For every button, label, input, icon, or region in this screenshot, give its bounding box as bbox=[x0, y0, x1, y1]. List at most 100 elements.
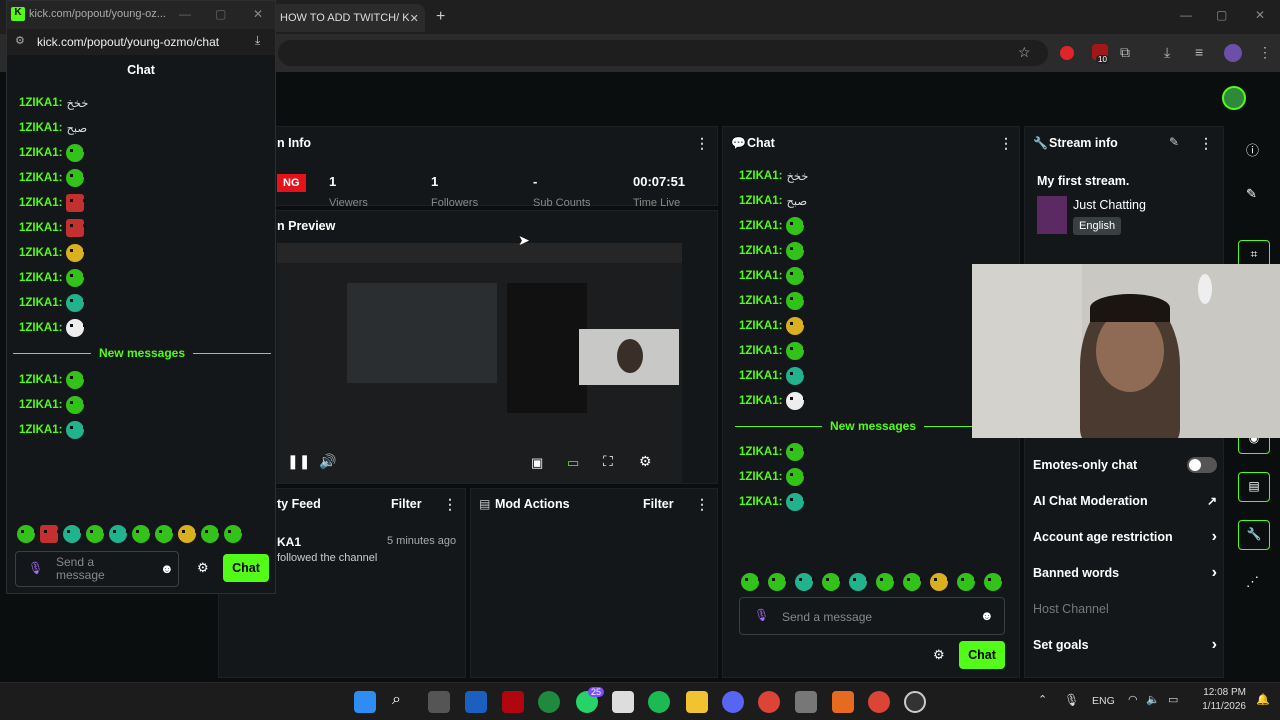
share-icon[interactable]: ⋰ bbox=[1246, 574, 1259, 590]
popout-settings-icon[interactable]: ⚙ bbox=[197, 560, 209, 576]
chat-message[interactable]: 1ZIKA1: bbox=[19, 240, 269, 265]
chat-message[interactable]: 1ZIKA1: خخخ bbox=[19, 90, 269, 115]
chat-message[interactable]: 1ZIKA1: bbox=[19, 392, 269, 417]
emote-picker-icon[interactable] bbox=[40, 525, 60, 543]
emote-picker-icon[interactable] bbox=[849, 573, 869, 591]
clock-time[interactable]: 12:08 PM bbox=[1200, 687, 1246, 698]
setting-set-goals[interactable]: Set goals › bbox=[1033, 627, 1217, 663]
emotes-only-toggle[interactable] bbox=[1187, 457, 1217, 473]
emote-picker-icon[interactable] bbox=[201, 525, 221, 543]
chat-message[interactable]: 1ZIKA1: bbox=[19, 265, 269, 290]
emote-picker-icon[interactable] bbox=[155, 525, 175, 543]
dashboard-message-input[interactable]: 🎙 Send a message ☻ bbox=[739, 597, 1005, 635]
calendar-icon[interactable] bbox=[612, 691, 634, 713]
emoji-icon[interactable]: ☻ bbox=[980, 608, 994, 623]
emote-picker-icon[interactable] bbox=[132, 525, 152, 543]
profile-avatar[interactable] bbox=[1224, 44, 1242, 62]
chat-username[interactable]: 1ZIKA1: bbox=[19, 272, 62, 284]
store-icon[interactable] bbox=[465, 691, 487, 713]
puzzle-icon[interactable]: ⧉ bbox=[1120, 44, 1130, 61]
popout-message-input[interactable]: 🎙 Send a message ☻ bbox=[15, 551, 179, 587]
chat-username[interactable]: 1ZIKA1: bbox=[19, 374, 62, 386]
emote-picker-icon[interactable] bbox=[178, 525, 198, 543]
stream-info-menu-icon[interactable]: ⋮ bbox=[1199, 135, 1213, 152]
chat-message[interactable]: 1ZIKA1: bbox=[739, 439, 1009, 464]
emote-picker-icon[interactable] bbox=[86, 525, 106, 543]
mic-icon[interactable]: 🎙 bbox=[754, 608, 769, 622]
media-icon[interactable]: ≡ bbox=[1195, 44, 1203, 60]
emote-picker-icon[interactable] bbox=[822, 573, 842, 591]
chat-username[interactable]: 1ZIKA1: bbox=[739, 370, 782, 382]
site-info-icon[interactable]: ⚙ bbox=[15, 34, 25, 47]
mic-icon[interactable]: 🎙 bbox=[28, 561, 43, 575]
chat-username[interactable]: 1ZIKA1: bbox=[739, 320, 782, 332]
chat-username[interactable]: 1ZIKA1: bbox=[19, 197, 62, 209]
chat-message[interactable]: 1ZIKA1: bbox=[19, 315, 269, 340]
emote-picker-icon[interactable] bbox=[876, 573, 896, 591]
new-tab-button[interactable]: + bbox=[436, 8, 445, 26]
emote-picker-icon[interactable] bbox=[17, 525, 37, 543]
emote-picker-icon[interactable] bbox=[768, 573, 788, 591]
activity-user[interactable]: KA1 bbox=[277, 535, 301, 549]
emote-picker-icon[interactable] bbox=[63, 525, 83, 543]
calculator-icon[interactable] bbox=[795, 691, 817, 713]
tray-chevron-icon[interactable]: ⌃ bbox=[1038, 693, 1047, 706]
chat-username[interactable]: 1ZIKA1: bbox=[19, 122, 62, 134]
popout-new-messages-divider[interactable]: New messages bbox=[13, 346, 271, 360]
app-icon[interactable] bbox=[538, 691, 560, 713]
theater-icon[interactable]: ▭ bbox=[567, 455, 579, 471]
dashboard-chat-button[interactable]: Chat bbox=[959, 641, 1005, 669]
category-thumbnail[interactable] bbox=[1037, 196, 1067, 234]
chat-message[interactable]: 1ZIKA1: خخخ bbox=[739, 163, 1009, 188]
close-window-icon[interactable]: ✕ bbox=[1255, 8, 1265, 22]
chat-username[interactable]: 1ZIKA1: bbox=[739, 471, 782, 483]
emote-picker-icon[interactable] bbox=[741, 573, 761, 591]
chat-message[interactable]: 1ZIKA1: bbox=[19, 290, 269, 315]
chat-username[interactable]: 1ZIKA1: bbox=[19, 322, 62, 334]
user-avatar[interactable] bbox=[1222, 86, 1246, 110]
emote-picker-icon[interactable] bbox=[224, 525, 244, 543]
activity-filter-button[interactable]: Filter bbox=[391, 497, 422, 511]
category-name[interactable]: Just Chatting bbox=[1073, 198, 1146, 212]
chat-username[interactable]: 1ZIKA1: bbox=[19, 297, 62, 309]
chat-username[interactable]: 1ZIKA1: bbox=[739, 345, 782, 357]
emote-picker-icon[interactable] bbox=[957, 573, 977, 591]
mod-filter-button[interactable]: Filter bbox=[643, 497, 674, 511]
pencil-icon[interactable]: ✎ bbox=[1246, 186, 1257, 202]
emoji-icon[interactable]: ☻ bbox=[160, 561, 174, 576]
downloads-icon[interactable]: ⤓ bbox=[1164, 44, 1170, 61]
tools-icon[interactable]: 🔧 bbox=[1238, 520, 1270, 550]
setting-account-age[interactable]: Account age restriction › bbox=[1033, 519, 1217, 555]
chat-username[interactable]: 1ZIKA1: bbox=[19, 172, 62, 184]
address-bar[interactable] bbox=[278, 40, 1048, 66]
dashboard-new-messages-divider[interactable]: New messages bbox=[735, 419, 1011, 433]
obs-icon[interactable] bbox=[904, 691, 926, 713]
chat-username[interactable]: 1ZIKA1: bbox=[19, 424, 62, 436]
chat-username[interactable]: 1ZIKA1: bbox=[19, 97, 62, 109]
chat-message[interactable]: 1ZIKA1: صبح bbox=[19, 115, 269, 140]
chat-message[interactable]: 1ZIKA1: bbox=[739, 238, 1009, 263]
browser-tab-active[interactable]: HOW TO ADD TWITCH/ K ✕ bbox=[270, 4, 425, 32]
popout-minimize-icon[interactable]: — bbox=[179, 7, 191, 21]
chat-username[interactable]: 1ZIKA1: bbox=[739, 270, 782, 282]
chat-message[interactable]: 1ZIKA1: bbox=[739, 313, 1009, 338]
chrome-icon[interactable] bbox=[758, 691, 780, 713]
chat-username[interactable]: 1ZIKA1: bbox=[19, 247, 62, 259]
chat-message[interactable]: 1ZIKA1: bbox=[19, 190, 269, 215]
pip-icon[interactable]: ▣ bbox=[531, 455, 543, 471]
bookmark-star-icon[interactable]: ☆ bbox=[1018, 44, 1031, 61]
chat-username[interactable]: 1ZIKA1: bbox=[739, 220, 782, 232]
file-explorer-icon[interactable] bbox=[686, 691, 708, 713]
fl-studio-icon[interactable] bbox=[832, 691, 854, 713]
fullscreen-icon[interactable]: ⛶ bbox=[603, 453, 613, 470]
volume-tray-icon[interactable]: 🔈 bbox=[1146, 693, 1160, 706]
chat-username[interactable]: 1ZIKA1: bbox=[19, 399, 62, 411]
setting-ai-moderation[interactable]: AI Chat Moderation ↗ bbox=[1033, 483, 1217, 519]
notification-icon[interactable]: 🔔 bbox=[1256, 693, 1270, 706]
chat-username[interactable]: 1ZIKA1: bbox=[19, 147, 62, 159]
popout-chat-button[interactable]: Chat bbox=[223, 554, 269, 582]
popout-maximize-icon[interactable]: ▢ bbox=[215, 7, 226, 21]
emote-picker-icon[interactable] bbox=[109, 525, 129, 543]
popout-close-icon[interactable]: ✕ bbox=[253, 7, 263, 21]
record-extension-icon[interactable] bbox=[1060, 46, 1074, 60]
